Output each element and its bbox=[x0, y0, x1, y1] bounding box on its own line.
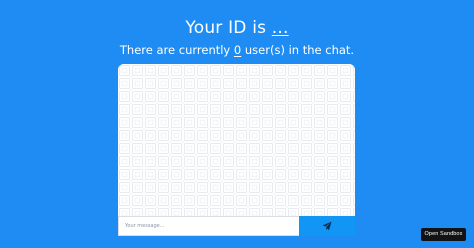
user-count-prefix: There are currently bbox=[119, 43, 234, 57]
user-count-text: There are currently 0 user(s) in the cha… bbox=[0, 42, 474, 58]
chat-message-area bbox=[118, 64, 355, 216]
user-count-suffix: user(s) in the chat. bbox=[241, 43, 355, 57]
paper-plane-icon bbox=[322, 221, 332, 231]
message-composer bbox=[118, 216, 355, 236]
message-input[interactable] bbox=[118, 216, 299, 236]
chat-background-pattern bbox=[118, 64, 355, 216]
page-title: Your ID is ... bbox=[0, 17, 474, 39]
open-sandbox-button[interactable]: Open Sandbox bbox=[421, 228, 466, 241]
send-button[interactable] bbox=[299, 216, 355, 236]
page-title-prefix: Your ID is bbox=[185, 18, 272, 38]
user-id-value: ... bbox=[271, 18, 289, 38]
